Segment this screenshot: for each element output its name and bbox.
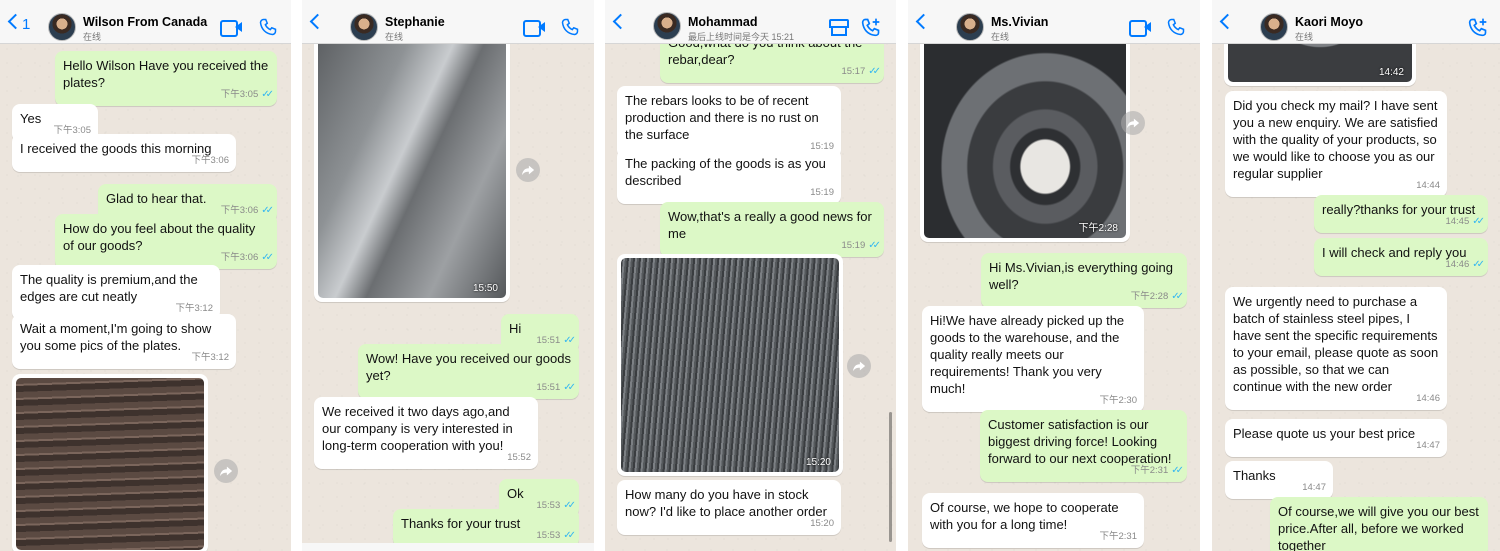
back-chevron-icon[interactable] — [308, 14, 324, 32]
message-bubble[interactable]: Wait a moment,I'm going to show you some… — [12, 314, 236, 369]
steel-coil-photo — [924, 34, 1126, 238]
message-bubble[interactable]: Hello Wilson Have you received the plate… — [55, 51, 277, 106]
steel-plates-photo — [16, 378, 204, 550]
chat-header: Mohammad 最后上线时间是今天 15:21 — [605, 0, 896, 44]
message-bubble[interactable]: Thanks for your trust 15:53 ✓✓ — [393, 509, 579, 547]
scrollbar[interactable] — [889, 412, 892, 542]
contact-status: 在线 — [1295, 32, 1314, 42]
message-bubble[interactable]: Wow,that's a really a good news for me 1… — [660, 202, 884, 257]
message-bubble[interactable]: How many do you have in stock now? I'd l… — [617, 480, 841, 535]
back-chevron-icon[interactable] — [914, 14, 930, 32]
message-bubble[interactable]: Customer satisfaction is our biggest dri… — [980, 410, 1187, 482]
message-bubble[interactable]: Of course,we will give you our best pric… — [1270, 497, 1488, 551]
chat-header: Stephanie 在线 — [302, 0, 594, 44]
message-bubble[interactable]: really?thanks for your trust 14:45 ✓✓ — [1314, 195, 1488, 233]
read-ticks-icon: ✓✓ — [261, 89, 274, 100]
contact-name[interactable]: Kaori Moyo — [1295, 15, 1363, 29]
contact-status: 在线 — [991, 32, 1010, 42]
message-bubble[interactable]: Hi Ms.Vivian,is everything going well? 下… — [981, 253, 1187, 308]
photo-message[interactable]: 15:20 — [617, 254, 843, 476]
contact-status: 在线 — [385, 32, 404, 42]
back-chevron-icon[interactable] — [1218, 14, 1234, 32]
avatar[interactable] — [653, 12, 681, 40]
avatar[interactable] — [956, 13, 984, 41]
read-ticks-icon: ✓✓ — [1472, 259, 1485, 270]
contact-name[interactable]: Wilson From Canada — [83, 15, 207, 29]
rebar-bundles-photo — [621, 258, 839, 472]
message-bubble[interactable]: Hi!We have already picked up the goods t… — [922, 306, 1144, 412]
message-bubble[interactable]: Of course, we hope to cooperate with you… — [922, 493, 1144, 548]
phone-icon[interactable] — [259, 18, 277, 36]
message-bubble[interactable]: Did you check my mail? I have sent you a… — [1225, 91, 1447, 197]
chat-panel-wilson: 1 Wilson From Canada 在线 Hello Wilson Hav… — [0, 0, 291, 551]
chat-panel-vivian: Ms.Vivian 在线 下午2:28 Hi Ms.Vivian,is ever… — [908, 0, 1200, 551]
chat-header: Kaori Moyo 在线 — [1212, 0, 1500, 44]
read-ticks-icon: ✓✓ — [1171, 465, 1184, 476]
avatar[interactable] — [48, 13, 76, 41]
message-bubble[interactable]: We urgently need to purchase a batch of … — [1225, 287, 1447, 410]
avatar[interactable] — [1260, 13, 1288, 41]
forward-icon[interactable] — [214, 459, 238, 483]
read-ticks-icon: ✓✓ — [868, 66, 881, 77]
message-bubble[interactable]: I will check and reply you 14:46 ✓✓ — [1314, 238, 1488, 276]
message-bubble[interactable]: The quality is premium,and the edges are… — [12, 265, 220, 320]
photo-message[interactable] — [12, 374, 208, 551]
forward-icon[interactable] — [1121, 111, 1145, 135]
add-call-icon[interactable] — [861, 17, 881, 37]
back-chevron-icon[interactable] — [611, 14, 627, 32]
composer-bar[interactable] — [302, 543, 594, 551]
chat-header: 1 Wilson From Canada 在线 — [0, 0, 291, 44]
video-call-icon[interactable] — [523, 20, 545, 37]
back-chevron-icon[interactable] — [6, 14, 22, 32]
message-bubble[interactable]: Wow! Have you received our goods yet? 15… — [358, 344, 579, 399]
message-bubble[interactable]: The packing of the goods is as you descr… — [617, 149, 841, 204]
photo-message[interactable]: 15:50 — [314, 30, 510, 302]
chat-panel-kaori: 14:42 Kaori Moyo 在线 Did you check my mai… — [1212, 0, 1500, 551]
phone-icon[interactable] — [561, 18, 579, 36]
read-ticks-icon: ✓✓ — [563, 382, 576, 393]
video-call-icon[interactable] — [220, 20, 242, 37]
forward-icon[interactable] — [516, 158, 540, 182]
message-bubble[interactable]: The rebars looks to be of recent product… — [617, 86, 841, 158]
contact-status: 最后上线时间是今天 15:21 — [688, 32, 795, 42]
video-call-icon[interactable] — [1129, 20, 1151, 37]
message-bubble[interactable]: Thanks 14:47 — [1225, 461, 1333, 499]
photo-message[interactable]: 下午2:28 — [920, 30, 1130, 242]
message-bubble[interactable]: How do you feel about the quality of our… — [55, 214, 277, 269]
store-icon[interactable] — [828, 18, 849, 36]
chat-header: Ms.Vivian 在线 — [908, 0, 1200, 44]
message-bubble[interactable]: Please quote us your best price 14:47 — [1225, 419, 1447, 457]
read-ticks-icon: ✓✓ — [261, 252, 274, 263]
add-call-icon[interactable] — [1468, 17, 1488, 37]
message-bubble[interactable]: I received the goods this morning 下午3:06 — [12, 134, 236, 172]
unread-count[interactable]: 1 — [22, 16, 30, 33]
read-ticks-icon: ✓✓ — [1472, 216, 1485, 227]
message-bubble[interactable]: We received it two days ago,and our comp… — [314, 397, 538, 469]
forward-icon[interactable] — [847, 354, 871, 378]
chat-panel-stephanie: Stephanie 在线 15:50 Hi 15:51 ✓✓ Wow! Have … — [302, 0, 594, 551]
avatar[interactable] — [350, 13, 378, 41]
contact-status: 在线 — [83, 32, 102, 42]
contact-name[interactable]: Mohammad — [688, 15, 757, 29]
read-ticks-icon: ✓✓ — [868, 240, 881, 251]
chat-panel-mohammad: Good,what do you think about the rebar,d… — [605, 0, 896, 551]
read-ticks-icon: ✓✓ — [563, 530, 576, 541]
read-ticks-icon: ✓✓ — [1171, 291, 1184, 302]
steel-sheet-photo — [318, 34, 506, 298]
screenshot-strip: 1 Wilson From Canada 在线 Hello Wilson Hav… — [0, 0, 1500, 551]
contact-name[interactable]: Ms.Vivian — [991, 15, 1048, 29]
phone-icon[interactable] — [1167, 18, 1185, 36]
contact-name[interactable]: Stephanie — [385, 15, 445, 29]
